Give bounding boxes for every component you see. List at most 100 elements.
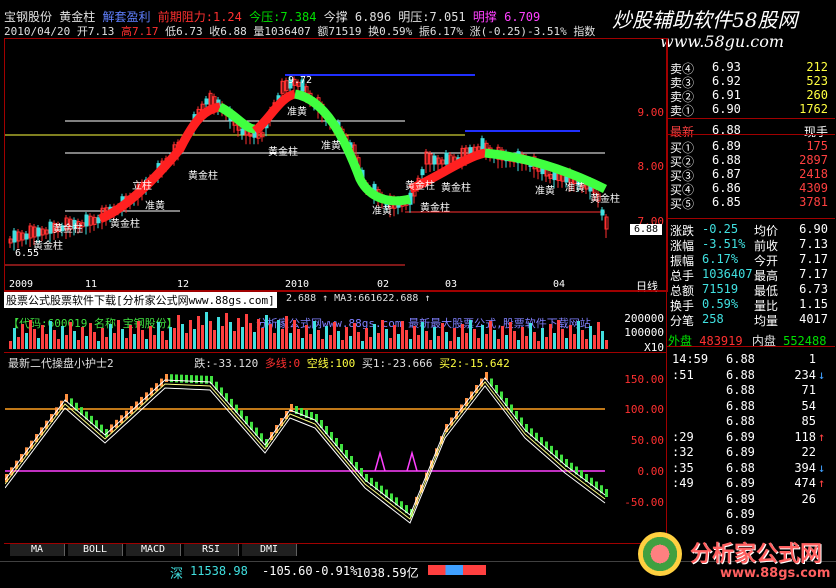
ob-price: 6.87 <box>712 167 741 181</box>
volume-bar <box>545 337 548 349</box>
candle-body <box>444 152 449 165</box>
candle-body <box>48 221 53 234</box>
svg-text:准黄: 准黄 <box>145 199 165 212</box>
volume-bar <box>101 328 104 349</box>
indicator-bar <box>185 374 188 383</box>
volume-bar <box>445 332 448 349</box>
sell-line-label: 解套盈利 <box>102 10 151 24</box>
volume-bar <box>425 331 428 349</box>
ob-label: 最新 <box>670 125 695 139</box>
volume-bar <box>333 322 336 349</box>
volume-bar <box>329 335 332 349</box>
volume-bar <box>485 334 488 349</box>
volume-bar <box>33 329 36 349</box>
change-label: 涨(-0.25)-3.51% <box>469 25 567 38</box>
stats-row: 涨幅 -3.51% 前收 7.13 <box>670 237 828 253</box>
volume-bar <box>197 316 200 349</box>
stock-name: 宝钢股份 <box>4 10 53 24</box>
buy-row: 买① 6.89 175 <box>668 139 830 155</box>
svg-text:黄金柱: 黄金柱 <box>33 239 63 252</box>
period-label[interactable]: 日线 <box>636 278 658 294</box>
volume-bar <box>469 320 472 349</box>
volume-bar <box>265 315 268 349</box>
amount-label: 额71519 <box>317 25 362 38</box>
volume-bar <box>517 340 520 349</box>
tick-row: 6.88 85 <box>726 414 816 428</box>
stats-row: 涨跌 -0.25 均价 6.90 <box>670 222 828 238</box>
candle-body <box>600 209 605 216</box>
watermark-bottom-url: www.88gs.com <box>720 566 831 581</box>
sell-row: 卖③ 6.92 523 <box>668 74 830 90</box>
volume-bar <box>593 335 596 349</box>
candle-body <box>480 138 485 151</box>
volume-bar <box>581 330 584 349</box>
svg-text:黄金柱: 黄金柱 <box>268 145 298 158</box>
svg-text:准黄: 准黄 <box>372 204 392 217</box>
tab-ma[interactable]: MA <box>10 544 65 556</box>
ob-sep-2 <box>667 134 835 135</box>
tomorrow-pressure-label: 明压:7.051 <box>398 10 466 24</box>
volume-bar <box>41 325 44 349</box>
volume-bar <box>521 327 524 349</box>
low-label: 低6.73 <box>165 25 203 38</box>
ob-price: 6.93 <box>712 60 741 74</box>
volume-bar <box>269 324 272 349</box>
tick-row: 6.89 <box>726 507 755 521</box>
sell-row: 卖④ 6.93 212 <box>668 60 830 76</box>
volume-bar <box>21 324 24 349</box>
svg-text:黄金柱: 黄金柱 <box>405 179 435 192</box>
indicator-chart[interactable] <box>5 368 625 538</box>
volume-bar <box>121 329 124 349</box>
svg-text:02: 02 <box>377 279 389 289</box>
tick-row: 6.89 <box>726 522 755 537</box>
volume-bars <box>9 312 608 349</box>
right-divider <box>666 38 667 550</box>
stats-row: 换手 0.59% 量比 1.15 <box>670 297 828 313</box>
volume-bar <box>53 330 56 349</box>
volume-bar <box>557 320 560 349</box>
volume-bar <box>541 328 544 349</box>
tick-row: 14:59 6.88 1 <box>672 352 816 366</box>
candle-body <box>84 214 89 227</box>
volume-bar <box>441 323 444 349</box>
volume-bar <box>277 320 280 349</box>
indicator-bar <box>195 375 198 384</box>
volume-bar <box>397 334 400 349</box>
volume-bar <box>169 327 172 349</box>
svg-text:11: 11 <box>85 279 97 289</box>
candle-body <box>204 98 209 105</box>
stats-row: 总手 1036407 最高 7.17 <box>670 267 828 283</box>
open-label: 开7.13 <box>76 25 115 38</box>
volume-bar <box>93 332 96 349</box>
sell-row: 卖② 6.91 260 <box>668 88 830 104</box>
volume-bar <box>605 340 608 349</box>
volume-bar <box>601 331 604 349</box>
tab-dmi[interactable]: DMI <box>242 544 297 556</box>
ob-sep-3 <box>667 218 835 219</box>
volume-bar <box>429 340 432 349</box>
volume-bar <box>257 319 260 349</box>
amplitude-label: 振6.17% <box>418 25 463 38</box>
stats-row: 振幅 6.17% 今开 7.17 <box>670 252 828 268</box>
volume-bar <box>113 333 116 349</box>
volume-bar <box>389 338 392 349</box>
volume-bar <box>49 321 52 349</box>
ob-sep-4 <box>667 346 835 347</box>
volume-bar <box>505 335 508 349</box>
tab-macd[interactable]: MACD <box>126 544 181 556</box>
volume-bar <box>145 339 148 349</box>
ob-vol: 175 <box>806 139 828 153</box>
volume-bar <box>417 335 420 349</box>
indicator-bar <box>200 375 203 384</box>
tab-boll[interactable]: BOLL <box>68 544 123 556</box>
main-price-chart[interactable]: 9.72 6.55 黄金柱 黄金柱 黄金柱 立柱 准黄 黄金柱 黄金柱 准黄 准… <box>5 39 625 289</box>
tab-rsi[interactable]: RSI <box>184 544 239 556</box>
status-pct: -0.91% <box>314 564 358 578</box>
volume-bar <box>513 331 516 349</box>
volume-bar <box>421 322 424 349</box>
volume-bar <box>553 333 556 349</box>
volume-bar <box>573 334 576 349</box>
volume-bar <box>25 333 28 349</box>
ob-label: 卖① <box>670 104 695 118</box>
volume-bar <box>173 328 176 349</box>
